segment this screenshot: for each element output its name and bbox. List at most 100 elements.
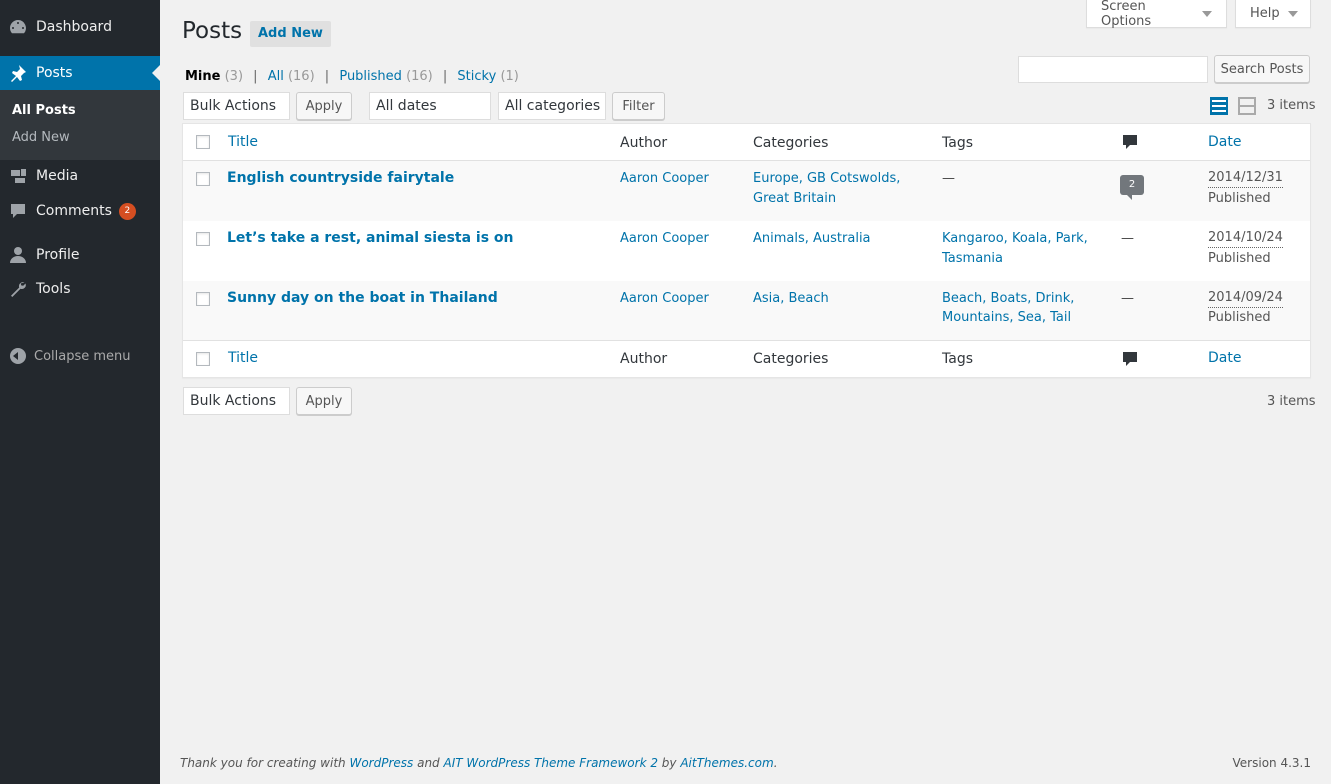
collapse-menu-label: Collapse menu <box>34 348 131 364</box>
post-categories-link[interactable]: Europe, GB Cotswolds, <box>753 169 900 189</box>
screen-options-label: Screen Options <box>1101 0 1152 29</box>
table-row: Sunny day on the boat in Thailand Aaron … <box>183 281 1310 341</box>
filter-sticky[interactable]: Sticky <box>457 69 496 84</box>
comments-count-badge: 2 <box>118 202 136 220</box>
filter-mine[interactable]: Mine <box>185 69 220 84</box>
menu-profile-label: Profile <box>36 247 80 263</box>
screen-options-button[interactable]: Screen Options <box>1086 0 1227 29</box>
posts-table: Title Author Categories Tags Date Englis… <box>182 123 1311 378</box>
comment-icon <box>0 201 36 221</box>
post-date: 2014/12/31 <box>1208 169 1283 188</box>
post-tags-link[interactable]: Tasmania <box>942 249 1003 269</box>
post-categories-link[interactable]: Asia, Beach <box>753 289 829 309</box>
footer-divider <box>183 340 1310 341</box>
post-title-link[interactable]: English countryside fairytale <box>227 168 454 188</box>
submenu-add-new[interactable]: Add New <box>12 130 70 145</box>
filter-all-count: (16) <box>287 69 315 84</box>
menu-dashboard[interactable]: Dashboard <box>0 10 160 44</box>
filter-mine-count: (3) <box>224 69 244 84</box>
post-status: Published <box>1208 191 1271 206</box>
filter-all[interactable]: All <box>268 69 284 84</box>
post-categories-link[interactable]: Great Britain <box>753 189 836 209</box>
admin-sidebar: Dashboard Posts All Posts Add New Media … <box>0 0 160 784</box>
excerpt-view-icon[interactable] <box>1238 97 1256 115</box>
column-date-footer[interactable]: Date <box>1208 348 1241 368</box>
bulk-actions-select-bottom[interactable]: Bulk Actions <box>183 387 290 415</box>
post-tags: — <box>942 171 955 186</box>
comment-count-none: — <box>1121 291 1134 306</box>
footer-and: and <box>413 756 444 770</box>
post-status: Published <box>1208 251 1271 266</box>
post-author-link[interactable]: Aaron Cooper <box>620 289 709 309</box>
column-date-header[interactable]: Date <box>1208 132 1241 152</box>
separator: | <box>324 69 330 84</box>
dates-filter-select[interactable]: All dates <box>369 92 491 120</box>
post-categories-link[interactable]: Animals, Australia <box>753 229 871 249</box>
menu-tools[interactable]: Tools <box>0 272 160 306</box>
post-tags-link[interactable]: Mountains, Sea, Tail <box>942 308 1071 328</box>
column-tags-footer: Tags <box>942 351 973 367</box>
search-posts-button[interactable]: Search Posts <box>1214 55 1310 83</box>
post-date: 2014/10/24 <box>1208 229 1283 248</box>
caret-down-icon <box>1202 10 1212 17</box>
row-checkbox[interactable] <box>196 172 210 186</box>
collapse-menu-button[interactable]: Collapse menu <box>10 348 131 364</box>
row-checkbox[interactable] <box>196 232 210 246</box>
menu-media[interactable]: Media <box>0 159 160 193</box>
aitthemes-link[interactable]: AitThemes.com <box>680 756 773 770</box>
list-view-icon[interactable] <box>1210 97 1228 115</box>
column-author-footer: Author <box>620 351 668 367</box>
column-categories-footer: Categories <box>753 351 829 367</box>
post-tags-link[interactable]: Beach, Boats, Drink, <box>942 289 1074 309</box>
post-author-link[interactable]: Aaron Cooper <box>620 229 709 249</box>
footer-period: . <box>773 756 778 770</box>
comments-column-icon[interactable] <box>1123 352 1137 368</box>
menu-comments[interactable]: Comments 2 <box>0 194 160 228</box>
wp-version: Version 4.3.1 <box>1232 756 1311 770</box>
table-row: English countryside fairytale Aaron Coop… <box>183 161 1310 221</box>
menu-posts-label: Posts <box>36 65 73 81</box>
page-title: Posts <box>182 18 243 44</box>
select-all-checkbox[interactable] <box>196 135 210 149</box>
apply-button-bottom[interactable]: Apply <box>296 387 352 415</box>
separator: | <box>442 69 448 84</box>
user-icon <box>0 245 36 265</box>
menu-tools-label: Tools <box>36 281 71 297</box>
add-new-post-button[interactable]: Add New <box>250 21 331 47</box>
ait-framework-link[interactable]: AIT WordPress Theme Framework 2 <box>444 756 658 770</box>
wrench-icon <box>0 279 36 299</box>
filter-published[interactable]: Published <box>339 69 402 84</box>
menu-profile[interactable]: Profile <box>0 238 160 272</box>
post-title-link[interactable]: Sunny day on the boat in Thailand <box>227 288 498 308</box>
apply-button-top[interactable]: Apply <box>296 92 352 120</box>
row-checkbox[interactable] <box>196 292 210 306</box>
footer-thanks: Thank you for creating with <box>180 756 350 770</box>
comment-count-bubble[interactable]: 2 <box>1120 175 1144 200</box>
items-count-bottom: 3 items <box>1267 394 1316 409</box>
column-title-header[interactable]: Title <box>228 132 258 152</box>
categories-filter-select[interactable]: All categories <box>498 92 606 120</box>
column-title-footer[interactable]: Title <box>228 348 258 368</box>
column-author-header: Author <box>620 135 668 151</box>
post-status-filters: Mine (3) | All (16) | Published (16) | S… <box>185 69 519 84</box>
comments-column-icon[interactable] <box>1123 135 1137 151</box>
filter-published-count: (16) <box>406 69 433 84</box>
post-author-link[interactable]: Aaron Cooper <box>620 169 709 189</box>
post-title-link[interactable]: Let’s take a rest, animal siesta is on <box>227 228 514 248</box>
submenu-all-posts[interactable]: All Posts <box>12 103 76 118</box>
menu-dashboard-label: Dashboard <box>36 19 112 35</box>
menu-posts[interactable]: Posts <box>0 56 160 90</box>
help-button[interactable]: Help <box>1235 0 1311 28</box>
separator: | <box>253 69 258 84</box>
bulk-actions-select-top[interactable]: Bulk Actions <box>183 92 290 120</box>
post-status: Published <box>1208 310 1271 325</box>
search-posts-input[interactable] <box>1018 56 1208 83</box>
post-tags-link[interactable]: Kangaroo, Koala, Park, <box>942 229 1088 249</box>
select-all-checkbox-bottom[interactable] <box>196 352 210 366</box>
collapse-arrow-icon <box>10 348 26 364</box>
comment-count-none: — <box>1121 231 1134 246</box>
filter-button[interactable]: Filter <box>612 92 665 120</box>
wordpress-link[interactable]: WordPress <box>349 756 413 770</box>
column-tags-header: Tags <box>942 135 973 151</box>
post-date: 2014/09/24 <box>1208 289 1283 308</box>
